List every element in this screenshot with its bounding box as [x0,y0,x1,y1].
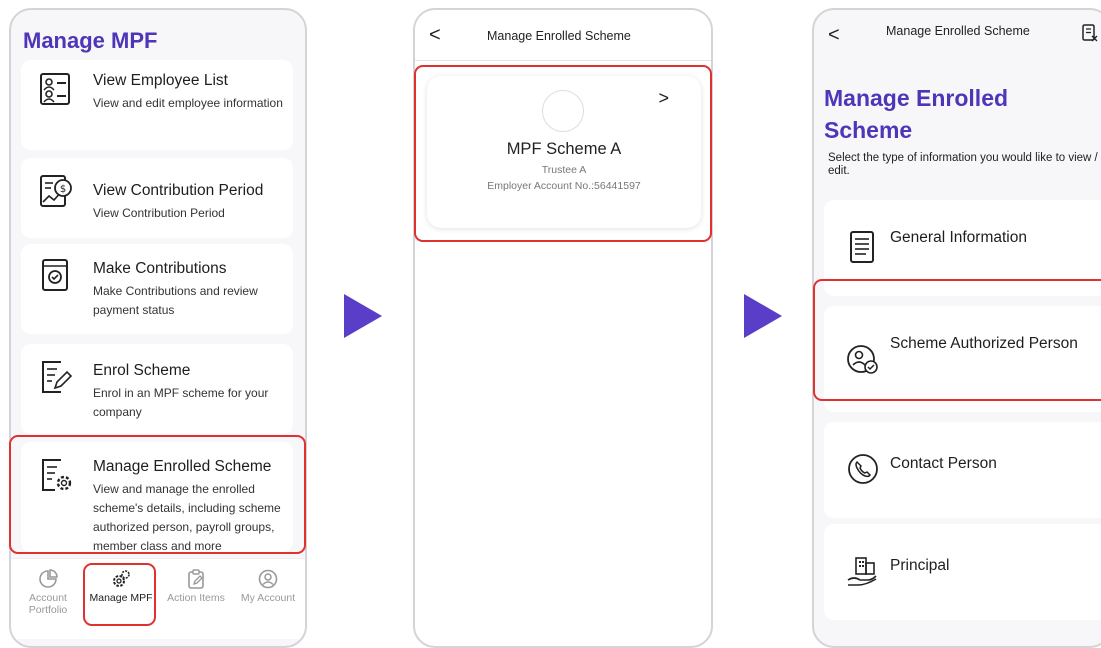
employee-list-icon [40,73,70,105]
top-bar: < Manage Enrolled Scheme [415,10,711,61]
card-title: Enrol Scheme [93,362,191,379]
screen-title: Manage Enrolled Scheme [487,29,631,43]
page-heading: Manage Enrolled Scheme [824,85,1009,143]
option-contact-person[interactable]: Contact Person [824,422,1101,518]
card-title: View Employee List [93,72,228,89]
nav-action-items[interactable]: Action Items [161,569,231,604]
document-edit-icon [42,361,73,393]
highlight-scheme-card [414,65,712,242]
highlight-scheme-authorized-person [813,279,1101,401]
card-view-employee-list[interactable]: View Employee List View and edit employe… [21,60,293,150]
option-label: General Information [890,229,1027,246]
nav-account-portfolio[interactable]: Account Portfolio [13,569,83,616]
page-title: Manage MPF [23,28,158,53]
card-title: Make Contributions [93,260,227,277]
option-label: Principal [890,557,950,574]
phone-icon [848,454,878,484]
contribution-chart-icon: $ [40,175,72,207]
user-circle-icon [258,569,278,589]
nav-label: Account Portfolio [28,592,68,616]
document-icon [850,231,874,263]
page-description: Select the type of information you would… [828,152,1098,177]
document-export-icon[interactable] [1082,24,1098,42]
nav-label: My Account [240,592,296,604]
nav-label: Action Items [167,592,225,604]
card-description: Make Contributions and review payment st… [93,284,258,317]
building-hand-icon [847,557,877,586]
svg-text:$: $ [60,184,66,195]
back-button[interactable]: < [429,24,441,47]
flow-arrow-icon [344,294,382,338]
card-view-contribution-period[interactable]: $ View Contribution Period View Contribu… [21,158,293,238]
card-description: View and edit employee information [93,96,283,110]
clipboard-edit-icon [188,569,204,589]
card-description: Enrol in an MPF scheme for your company [93,386,269,419]
nav-my-account[interactable]: My Account [233,569,303,604]
pie-chart-icon [39,569,58,588]
document-check-icon [42,259,68,291]
card-description: View Contribution Period [93,206,225,220]
screen-title: Manage Enrolled Scheme [886,24,1030,38]
card-title: View Contribution Period [93,182,264,199]
back-button[interactable]: < [828,24,840,47]
card-make-contributions[interactable]: Make Contributions Make Contributions an… [21,244,293,334]
card-enrol-scheme[interactable]: Enrol Scheme Enrol in an MPF scheme for … [21,344,293,434]
highlight-manage-enrolled-scheme [9,435,306,554]
option-label: Contact Person [890,455,997,472]
option-principal[interactable]: Principal [824,524,1101,620]
bottom-navigation: Account Portfolio Manage MPF Action Item… [11,558,305,639]
flow-arrow-icon [744,294,782,338]
highlight-nav-manage-mpf [83,563,156,626]
